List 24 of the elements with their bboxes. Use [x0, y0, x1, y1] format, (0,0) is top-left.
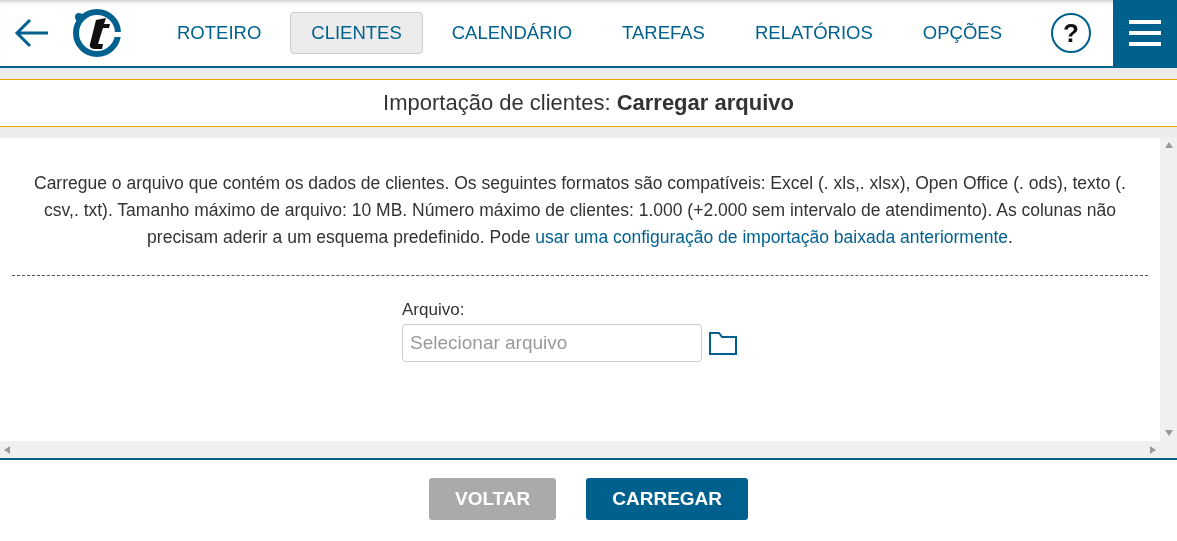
nav-tab[interactable]: TAREFAS [601, 12, 726, 54]
folder-icon[interactable] [708, 330, 738, 356]
scroll-left-icon[interactable] [4, 445, 10, 454]
upload-button[interactable]: CARREGAR [586, 478, 749, 520]
back-arrow-icon[interactable] [14, 18, 50, 48]
horizontal-scrollbar[interactable] [0, 441, 1160, 458]
help-button[interactable]: ? [1051, 13, 1091, 53]
nav-tab[interactable]: CALENDÁRIO [430, 12, 594, 54]
nav-tab[interactable]: ROTEIRO [156, 12, 283, 54]
scroll-down-icon[interactable] [1164, 430, 1173, 436]
file-input[interactable]: Selecionar arquivo [402, 324, 702, 362]
description-text: Carregue o arquivo que contém os dados de clientes. Os seguintes formatos são compatíveis: Excel (. xls,. xlsx), Open Office (. ods), texto (. csv,. txt). Tamanho máximo de arquivo: 10 MB. Número máximo de clientes: 1.000 (+2.000 sem intervalo de atendimento). As colunas não precisam aderir a um esquema predefinido. Pode usar uma configuração de importação baixada anteriormente. [33, 172, 1127, 249]
configuration-link[interactable]: usar uma configuração de importação baixada anteriormente [535, 227, 1008, 247]
scroll-right-icon[interactable] [1150, 445, 1156, 454]
page-title: Importação de clientes: Carregar arquivo [383, 90, 794, 116]
menu-icon [1128, 19, 1162, 47]
vertical-scrollbar[interactable] [1160, 138, 1177, 458]
menu-button[interactable] [1113, 0, 1177, 66]
nav-tab[interactable]: RELATÓRIOS [733, 12, 894, 54]
nav-tab[interactable]: OPÇÕES [901, 12, 1023, 54]
nav-tab[interactable]: CLIENTES [290, 12, 423, 54]
file-label: Arquivo: [402, 300, 465, 320]
scroll-up-icon[interactable] [1164, 142, 1173, 148]
logo-icon [72, 8, 122, 58]
